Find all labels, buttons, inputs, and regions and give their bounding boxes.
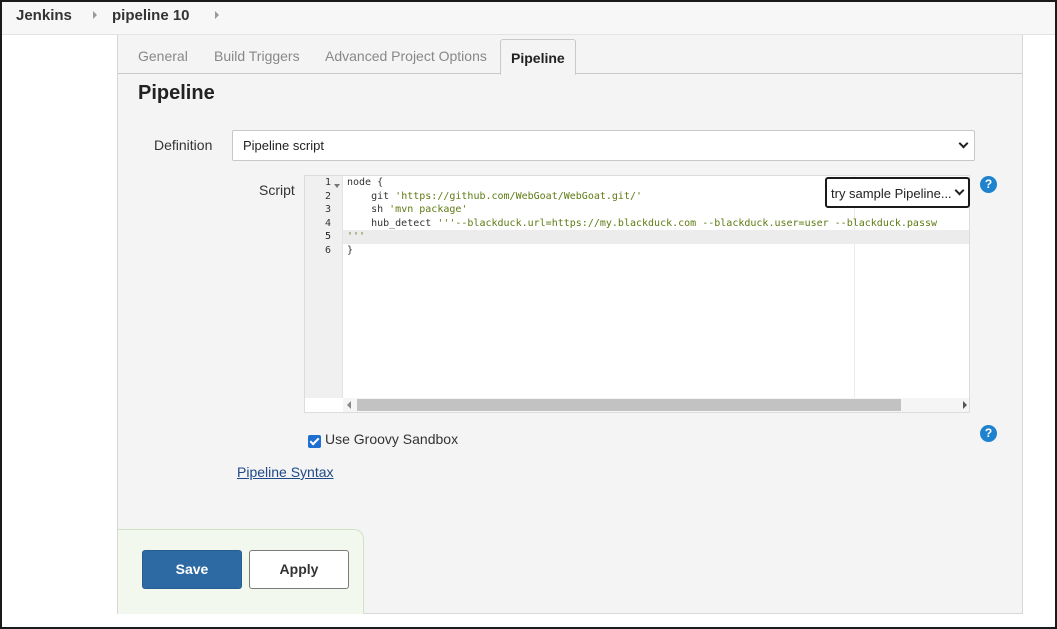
line-number: 1 [324, 177, 331, 188]
breadcrumb-separator-icon[interactable] [215, 11, 219, 19]
browser-frame: Jenkins pipeline 10 General Build Trigge… [0, 0, 1057, 629]
help-icon[interactable]: ? [980, 176, 997, 193]
groovy-sandbox-checkbox[interactable] [308, 435, 321, 448]
scroll-left-arrow-icon[interactable] [347, 401, 351, 409]
line-number: 6 [324, 245, 331, 256]
save-button[interactable]: Save [142, 550, 242, 589]
code-line: node { [347, 177, 384, 188]
groovy-sandbox-label[interactable]: Use Groovy Sandbox [325, 431, 458, 447]
line-number-gutter: 1 2 3 4 5 6 [305, 176, 343, 398]
chevron-down-icon [958, 138, 969, 149]
line-number: 5 [324, 231, 331, 242]
code-line: ''' [347, 231, 366, 242]
tab-pipeline[interactable]: Pipeline [500, 39, 576, 75]
script-editor[interactable]: 1 2 3 4 5 6 node { git 'https://github.c… [304, 175, 970, 413]
apply-button[interactable]: Apply [249, 550, 349, 589]
breadcrumb: Jenkins pipeline 10 [2, 2, 1055, 35]
tab-bar: General Build Triggers Advanced Project … [118, 35, 1022, 75]
definition-select[interactable]: Pipeline script [232, 130, 975, 161]
code-line: sh 'mvn package' [347, 204, 468, 215]
tab-general[interactable]: General [138, 48, 188, 64]
definition-select-value: Pipeline script [243, 138, 324, 153]
breadcrumb-separator-icon[interactable] [93, 11, 97, 19]
config-panel: General Build Triggers Advanced Project … [117, 35, 1023, 614]
print-margin [854, 176, 855, 398]
line-number: 2 [324, 191, 331, 202]
tab-build-triggers[interactable]: Build Triggers [214, 48, 300, 64]
code-line: git 'https://github.com/WebGoat/WebGoat.… [347, 191, 643, 202]
chevron-down-icon [954, 185, 965, 196]
sample-select-value: try sample Pipeline... [831, 186, 952, 201]
section-title: Pipeline [138, 82, 215, 104]
script-label: Script [259, 182, 295, 198]
bottom-button-bar: Save Apply [118, 529, 364, 614]
code-line: } [347, 245, 354, 256]
horizontal-scrollbar[interactable] [343, 398, 969, 412]
active-line-highlight [305, 230, 969, 244]
code-line: hub_detect '''--blackduck.url=https://my… [347, 218, 938, 229]
breadcrumb-jenkins[interactable]: Jenkins [16, 7, 72, 24]
scroll-right-arrow-icon[interactable] [963, 401, 967, 409]
help-icon[interactable]: ? [980, 425, 997, 442]
try-sample-pipeline-select[interactable]: try sample Pipeline... [825, 177, 970, 208]
pipeline-syntax-link[interactable]: Pipeline Syntax [237, 464, 334, 480]
line-number: 3 [324, 204, 331, 215]
scrollbar-thumb[interactable] [357, 399, 901, 411]
tab-advanced-project-options[interactable]: Advanced Project Options [325, 48, 487, 64]
breadcrumb-pipeline-10[interactable]: pipeline 10 [112, 7, 190, 24]
definition-label: Definition [154, 137, 213, 153]
fold-arrow-icon[interactable] [334, 184, 340, 188]
line-number: 4 [324, 218, 331, 229]
